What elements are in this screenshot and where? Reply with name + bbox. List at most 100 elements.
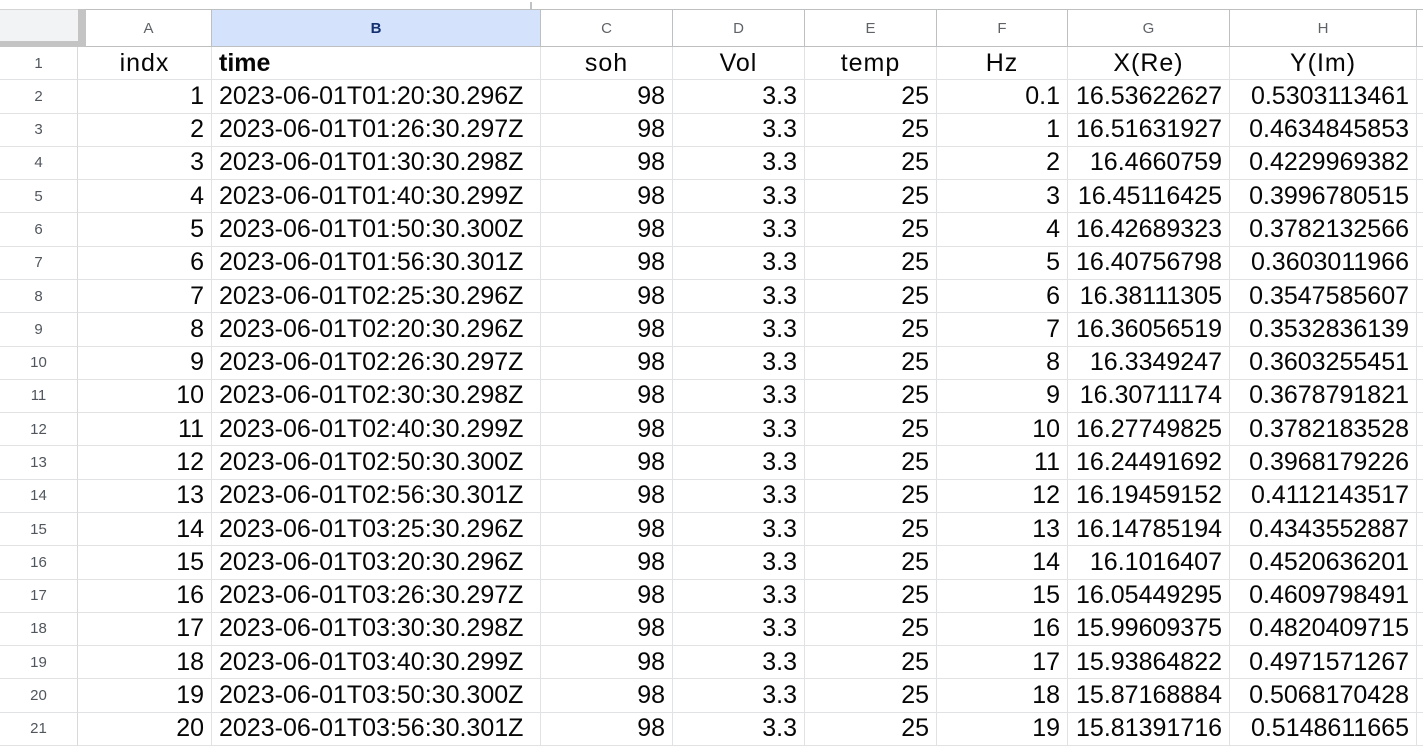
cell-F18[interactable]: 16 xyxy=(937,612,1068,647)
cell-H8[interactable]: 0.3547585607 xyxy=(1230,279,1417,314)
cell-D1[interactable]: Vol xyxy=(673,47,805,81)
column-header-b[interactable]: B xyxy=(212,9,541,47)
cell-A5[interactable]: 4 xyxy=(78,180,212,214)
cell-F7[interactable]: 5 xyxy=(937,246,1068,280)
cell-C8[interactable]: 98 xyxy=(541,279,673,314)
select-all-corner[interactable] xyxy=(0,9,78,47)
cell-E21[interactable]: 25 xyxy=(805,712,937,746)
cell-D3[interactable]: 3.3 xyxy=(673,113,805,147)
cell-B19[interactable]: 2023-06-01T03:40:30.299Z xyxy=(212,646,541,680)
cell-C12[interactable]: 98 xyxy=(541,413,673,447)
cell-E15[interactable]: 25 xyxy=(805,512,937,547)
cell-F2[interactable]: 0.1 xyxy=(937,80,1068,114)
row-header-6[interactable]: 6 xyxy=(0,213,78,247)
cell-C3[interactable]: 98 xyxy=(541,113,673,147)
cell-A21[interactable]: 20 xyxy=(78,712,212,746)
column-header-a[interactable]: A xyxy=(86,9,212,47)
cell-E16[interactable]: 25 xyxy=(805,546,937,580)
cell-D17[interactable]: 3.3 xyxy=(673,579,805,613)
cell-D16[interactable]: 3.3 xyxy=(673,546,805,580)
cell-B9[interactable]: 2023-06-01T02:20:30.296Z xyxy=(212,313,541,347)
cell-G14[interactable]: 16.19459152 xyxy=(1068,479,1230,513)
cell-E9[interactable]: 25 xyxy=(805,313,937,347)
cell-G12[interactable]: 16.27749825 xyxy=(1068,413,1230,447)
cell-H15[interactable]: 0.4343552887 xyxy=(1230,512,1417,547)
cell-H6[interactable]: 0.3782132566 xyxy=(1230,213,1417,247)
cell-F1[interactable]: Hz xyxy=(937,47,1068,81)
cell-E1[interactable]: temp xyxy=(805,47,937,81)
cell-C16[interactable]: 98 xyxy=(541,546,673,580)
cell-E6[interactable]: 25 xyxy=(805,213,937,247)
column-header-e[interactable]: E xyxy=(805,9,937,47)
cell-E14[interactable]: 25 xyxy=(805,479,937,513)
cell-D14[interactable]: 3.3 xyxy=(673,479,805,513)
cell-B1[interactable]: time xyxy=(212,47,541,81)
row-header-16[interactable]: 16 xyxy=(0,546,78,580)
cell-B14[interactable]: 2023-06-01T02:56:30.301Z xyxy=(212,479,541,513)
cell-C18[interactable]: 98 xyxy=(541,612,673,647)
cell-G8[interactable]: 16.38111305 xyxy=(1068,279,1230,314)
cell-A2[interactable]: 1 xyxy=(78,80,212,114)
cell-G5[interactable]: 16.45116425 xyxy=(1068,180,1230,214)
cell-H9[interactable]: 0.3532836139 xyxy=(1230,313,1417,347)
cell-H20[interactable]: 0.5068170428 xyxy=(1230,679,1417,713)
cell-G19[interactable]: 15.93864822 xyxy=(1068,646,1230,680)
cell-B4[interactable]: 2023-06-01T01:30:30.298Z xyxy=(212,146,541,181)
cell-C6[interactable]: 98 xyxy=(541,213,673,247)
cell-G16[interactable]: 16.1016407 xyxy=(1068,546,1230,580)
cell-D11[interactable]: 3.3 xyxy=(673,379,805,414)
cell-C4[interactable]: 98 xyxy=(541,146,673,181)
cell-D4[interactable]: 3.3 xyxy=(673,146,805,181)
cell-B2[interactable]: 2023-06-01T01:20:30.296Z xyxy=(212,80,541,114)
cell-D21[interactable]: 3.3 xyxy=(673,712,805,746)
cell-F6[interactable]: 4 xyxy=(937,213,1068,247)
cell-B20[interactable]: 2023-06-01T03:50:30.300Z xyxy=(212,679,541,713)
cell-C9[interactable]: 98 xyxy=(541,313,673,347)
cell-A7[interactable]: 6 xyxy=(78,246,212,280)
cell-D18[interactable]: 3.3 xyxy=(673,612,805,647)
cell-A8[interactable]: 7 xyxy=(78,279,212,314)
cell-F15[interactable]: 13 xyxy=(937,512,1068,547)
cell-H10[interactable]: 0.3603255451 xyxy=(1230,346,1417,380)
cell-A19[interactable]: 18 xyxy=(78,646,212,680)
cell-A1[interactable]: indx xyxy=(78,47,212,81)
cell-E12[interactable]: 25 xyxy=(805,413,937,447)
cell-G18[interactable]: 15.99609375 xyxy=(1068,612,1230,647)
cell-H1[interactable]: Y(Im) xyxy=(1230,47,1417,81)
cell-C19[interactable]: 98 xyxy=(541,646,673,680)
cell-A10[interactable]: 9 xyxy=(78,346,212,380)
cell-B12[interactable]: 2023-06-01T02:40:30.299Z xyxy=(212,413,541,447)
cell-A12[interactable]: 11 xyxy=(78,413,212,447)
row-header-8[interactable]: 8 xyxy=(0,279,78,314)
cell-G13[interactable]: 16.24491692 xyxy=(1068,446,1230,480)
cell-D2[interactable]: 3.3 xyxy=(673,80,805,114)
column-header-h[interactable]: H xyxy=(1230,9,1417,47)
cell-C7[interactable]: 98 xyxy=(541,246,673,280)
cell-F14[interactable]: 12 xyxy=(937,479,1068,513)
cell-A3[interactable]: 2 xyxy=(78,113,212,147)
cell-D12[interactable]: 3.3 xyxy=(673,413,805,447)
cell-H13[interactable]: 0.3968179226 xyxy=(1230,446,1417,480)
cell-G7[interactable]: 16.40756798 xyxy=(1068,246,1230,280)
cell-D9[interactable]: 3.3 xyxy=(673,313,805,347)
cell-E18[interactable]: 25 xyxy=(805,612,937,647)
cell-D7[interactable]: 3.3 xyxy=(673,246,805,280)
cell-A11[interactable]: 10 xyxy=(78,379,212,414)
row-header-15[interactable]: 15 xyxy=(0,512,78,547)
cell-F11[interactable]: 9 xyxy=(937,379,1068,414)
cell-B7[interactable]: 2023-06-01T01:56:30.301Z xyxy=(212,246,541,280)
cell-G2[interactable]: 16.53622627 xyxy=(1068,80,1230,114)
cell-D13[interactable]: 3.3 xyxy=(673,446,805,480)
cell-A18[interactable]: 17 xyxy=(78,612,212,647)
cell-D19[interactable]: 3.3 xyxy=(673,646,805,680)
cell-G4[interactable]: 16.4660759 xyxy=(1068,146,1230,181)
cell-E10[interactable]: 25 xyxy=(805,346,937,380)
cell-C21[interactable]: 98 xyxy=(541,712,673,746)
cell-E11[interactable]: 25 xyxy=(805,379,937,414)
cell-B8[interactable]: 2023-06-01T02:25:30.296Z xyxy=(212,279,541,314)
cell-G3[interactable]: 16.51631927 xyxy=(1068,113,1230,147)
row-header-5[interactable]: 5 xyxy=(0,180,78,214)
cell-H3[interactable]: 0.4634845853 xyxy=(1230,113,1417,147)
cell-G9[interactable]: 16.36056519 xyxy=(1068,313,1230,347)
cell-E7[interactable]: 25 xyxy=(805,246,937,280)
